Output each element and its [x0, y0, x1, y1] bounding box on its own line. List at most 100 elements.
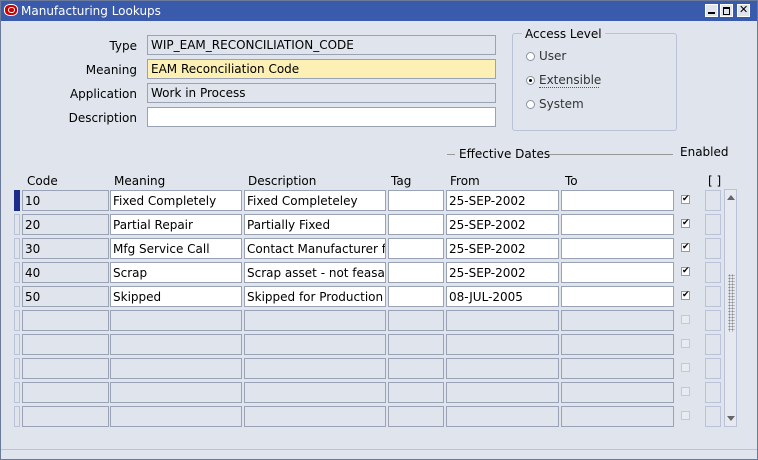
cell-code[interactable]: 30 — [22, 238, 109, 259]
cell-code[interactable] — [22, 310, 109, 331]
enabled-checkbox[interactable] — [681, 363, 690, 372]
meaning-field[interactable]: EAM Reconciliation Code — [147, 59, 496, 79]
cell-from[interactable]: 25-SEP-2002 — [446, 262, 559, 283]
enabled-checkbox[interactable] — [681, 195, 690, 204]
row-selector[interactable] — [14, 310, 20, 331]
row-selector[interactable] — [14, 358, 20, 379]
row-selector[interactable] — [14, 190, 20, 211]
cell-to[interactable] — [561, 406, 674, 427]
row-selector[interactable] — [14, 262, 20, 283]
row-selector[interactable] — [14, 334, 20, 355]
dff-field[interactable] — [705, 190, 721, 211]
dff-field[interactable] — [705, 214, 721, 235]
cell-description[interactable] — [244, 406, 386, 427]
row-selector[interactable] — [14, 214, 20, 235]
cell-tag[interactable] — [388, 382, 444, 403]
cell-code[interactable]: 40 — [22, 262, 109, 283]
dff-field[interactable] — [705, 382, 721, 403]
cell-meaning[interactable]: Fixed Completely — [110, 190, 242, 211]
dff-field[interactable] — [705, 406, 721, 427]
cell-from[interactable] — [446, 310, 559, 331]
enabled-checkbox[interactable] — [681, 315, 690, 324]
access-system-label[interactable]: System — [539, 97, 584, 111]
cell-description[interactable]: Partially Fixed — [244, 214, 386, 235]
dff-field[interactable] — [705, 262, 721, 283]
cell-from[interactable]: 25-SEP-2002 — [446, 238, 559, 259]
cell-to[interactable] — [561, 334, 674, 355]
dff-field[interactable] — [705, 310, 721, 331]
access-extensible-radio[interactable] — [526, 76, 535, 85]
cell-description[interactable]: Contact Manufacturer fo — [244, 238, 386, 259]
cell-code[interactable]: 20 — [22, 214, 109, 235]
maximize-icon[interactable] — [720, 4, 733, 17]
scroll-up-icon[interactable] — [727, 195, 735, 200]
access-user-label[interactable]: User — [539, 49, 566, 63]
cell-tag[interactable] — [388, 286, 444, 307]
access-extensible-label[interactable]: Extensible — [539, 73, 601, 88]
cell-to[interactable] — [561, 190, 674, 211]
cell-tag[interactable] — [388, 334, 444, 355]
cell-description[interactable] — [244, 358, 386, 379]
application-field[interactable]: Work in Process — [147, 83, 496, 103]
minimize-icon[interactable] — [705, 4, 718, 17]
row-selector[interactable] — [14, 382, 20, 403]
vertical-scrollbar[interactable] — [724, 189, 737, 427]
cell-description[interactable]: Skipped for Production F — [244, 286, 386, 307]
enabled-checkbox[interactable] — [681, 387, 690, 396]
dff-field[interactable] — [705, 286, 721, 307]
cell-code[interactable] — [22, 406, 109, 427]
cell-meaning[interactable]: Mfg Service Call — [110, 238, 242, 259]
cell-from[interactable] — [446, 358, 559, 379]
cell-code[interactable]: 50 — [22, 286, 109, 307]
cell-to[interactable] — [561, 382, 674, 403]
cell-to[interactable] — [561, 214, 674, 235]
cell-description[interactable]: Fixed Completeley — [244, 190, 386, 211]
enabled-checkbox[interactable] — [681, 411, 690, 420]
row-selector[interactable] — [14, 238, 20, 259]
enabled-checkbox[interactable] — [681, 267, 690, 276]
cell-from[interactable] — [446, 334, 559, 355]
cell-to[interactable] — [561, 262, 674, 283]
access-user-radio[interactable] — [526, 52, 535, 61]
scroll-grip[interactable] — [728, 274, 735, 332]
cell-meaning[interactable] — [110, 334, 242, 355]
cell-meaning[interactable]: Partial Repair — [110, 214, 242, 235]
cell-from[interactable]: 08-JUL-2005 — [446, 286, 559, 307]
cell-description[interactable] — [244, 310, 386, 331]
close-icon[interactable] — [737, 3, 750, 17]
cell-description[interactable]: Scrap asset - not feasab — [244, 262, 386, 283]
cell-tag[interactable] — [388, 190, 444, 211]
cell-code[interactable] — [22, 382, 109, 403]
cell-code[interactable]: 10 — [22, 190, 109, 211]
cell-meaning[interactable] — [110, 358, 242, 379]
cell-to[interactable] — [561, 238, 674, 259]
description-field[interactable] — [147, 107, 496, 127]
cell-from[interactable]: 25-SEP-2002 — [446, 190, 559, 211]
type-field[interactable]: WIP_EAM_RECONCILIATION_CODE — [147, 35, 496, 55]
cell-description[interactable] — [244, 334, 386, 355]
cell-tag[interactable] — [388, 310, 444, 331]
cell-to[interactable] — [561, 310, 674, 331]
dff-field[interactable] — [705, 334, 721, 355]
cell-meaning[interactable] — [110, 310, 242, 331]
enabled-checkbox[interactable] — [681, 219, 690, 228]
row-selector[interactable] — [14, 406, 20, 427]
enabled-checkbox[interactable] — [681, 291, 690, 300]
cell-tag[interactable] — [388, 406, 444, 427]
cell-meaning[interactable] — [110, 382, 242, 403]
oracle-app-icon[interactable] — [4, 4, 18, 16]
access-system-radio[interactable] — [526, 100, 535, 109]
cell-to[interactable] — [561, 358, 674, 379]
dff-field[interactable] — [705, 238, 721, 259]
cell-tag[interactable] — [388, 262, 444, 283]
cell-tag[interactable] — [388, 214, 444, 235]
cell-to[interactable] — [561, 286, 674, 307]
dff-field[interactable] — [705, 358, 721, 379]
cell-from[interactable]: 25-SEP-2002 — [446, 214, 559, 235]
title-bar[interactable]: Manufacturing Lookups — [1, 1, 757, 21]
cell-tag[interactable] — [388, 358, 444, 379]
cell-description[interactable] — [244, 382, 386, 403]
enabled-checkbox[interactable] — [681, 243, 690, 252]
cell-from[interactable] — [446, 406, 559, 427]
cell-meaning[interactable]: Scrap — [110, 262, 242, 283]
